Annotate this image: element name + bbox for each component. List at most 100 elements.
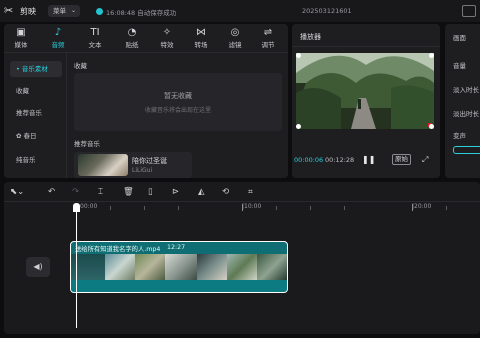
- clip-audio-waveform: [71, 280, 287, 292]
- top-bar: ✂ 剪映 菜单 ⌄ 16:08:48 自动保存成功 202503121601: [0, 0, 480, 22]
- ruler-tick: [310, 206, 311, 210]
- video-clip[interactable]: 送给所有知道我名字的人.mp4 12:27: [70, 241, 288, 293]
- crop-icon[interactable]: ⌗: [248, 187, 253, 197]
- crop-handle[interactable]: [429, 53, 434, 58]
- tab-audio[interactable]: ♪ 音频: [41, 26, 75, 50]
- ruler-tick: [344, 206, 345, 210]
- favorites-title: 收藏: [74, 62, 87, 70]
- transition-icon: ⋈: [196, 27, 206, 38]
- song-card[interactable]: 陪你过圣诞 LiLiGui: [74, 152, 192, 178]
- tab-transition[interactable]: ⋈ 转场: [184, 26, 218, 50]
- tab-effects-label: 特效: [160, 41, 174, 49]
- clip-frame: [105, 254, 135, 280]
- window-layout-icon[interactable]: [462, 5, 476, 17]
- ruler-tick: [446, 206, 447, 210]
- menu-button[interactable]: 菜单 ⌄: [48, 5, 80, 17]
- sidebar-item-favorites[interactable]: 收藏: [10, 83, 62, 99]
- track-audio-toggle[interactable]: ◀): [26, 257, 50, 277]
- crop-handle[interactable]: [296, 124, 301, 129]
- crop-handle[interactable]: [429, 124, 434, 129]
- rotate-icon[interactable]: ⟲: [222, 187, 229, 197]
- chevron-down-icon: ⌄: [70, 7, 76, 14]
- media-icon: ▣: [16, 27, 26, 38]
- tab-transition-label: 转场: [194, 41, 208, 49]
- divider: [292, 46, 440, 47]
- current-time: 00:00:06: [294, 156, 324, 164]
- recommended-title: 推荐音乐: [74, 140, 100, 148]
- tab-media[interactable]: ▣ 媒体: [4, 26, 38, 50]
- tab-effects[interactable]: ✧ 特效: [150, 26, 184, 50]
- fade-out-label: 淡出时长: [453, 110, 479, 118]
- adjust-icon: ⇌: [263, 27, 273, 38]
- undo-icon[interactable]: ↶: [48, 187, 55, 197]
- playhead-handle[interactable]: [73, 203, 80, 212]
- clip-frame: [227, 254, 257, 280]
- properties-panel: 画面 音量 淡入时长 淡出时长 变声: [445, 24, 480, 178]
- divider: [4, 52, 288, 53]
- clip-frame: [135, 254, 165, 280]
- redo-icon[interactable]: ↷: [72, 187, 79, 197]
- voice-change-control[interactable]: [453, 146, 480, 154]
- text-icon: TI: [90, 27, 100, 38]
- voice-change-label: 变声: [453, 132, 466, 140]
- sidebar-item-recommended[interactable]: 推荐音乐: [10, 105, 62, 121]
- ruler-label: |10:00: [242, 203, 262, 210]
- tab-text-label: 文本: [88, 41, 102, 49]
- menu-button-label: 菜单: [53, 7, 66, 15]
- ruler-label: |20:00: [412, 203, 432, 210]
- clip-duration: 12:27: [167, 244, 186, 251]
- timeline-panel: ⬉⌄ ↶ ↷ ⌶ 🗑 ▯ ⊳ ◭ ⟲ ⌗ 00:00 |10:00 |20:00…: [4, 182, 480, 334]
- media-panel: ▣ 媒体 ♪ 音频 TI 文本 ◔ 贴纸 ✧ 特效 ⋈ 转场 ◎ 滤镜 ⇌ 调节 • 音乐素材 …: [4, 24, 288, 178]
- playhead[interactable]: [76, 204, 77, 328]
- clip-frame: [165, 254, 197, 280]
- app-title: 剪映: [20, 7, 36, 16]
- delete-icon[interactable]: 🗑: [123, 187, 134, 197]
- fullscreen-icon[interactable]: ⤢: [422, 155, 428, 165]
- sidebar-item-spring[interactable]: ✿ 春日: [10, 128, 62, 144]
- video-frame: [296, 53, 434, 129]
- pause-icon[interactable]: ❚❚: [362, 155, 375, 164]
- app-logo-icon: ✂: [4, 4, 14, 17]
- sidebar-item-music-library[interactable]: • 音乐素材: [10, 61, 62, 77]
- tab-adjust[interactable]: ⇌ 调节: [251, 26, 285, 50]
- ruler-tick: [178, 206, 179, 210]
- tab-sticker[interactable]: ◔ 贴纸: [115, 26, 149, 50]
- crop-handle[interactable]: [296, 53, 301, 58]
- divider: [66, 53, 67, 178]
- clip-frame: [257, 254, 287, 280]
- tab-sticker-label: 贴纸: [125, 41, 139, 49]
- split-icon[interactable]: ⌶: [98, 187, 103, 197]
- video-preview[interactable]: [296, 53, 434, 129]
- tab-filter[interactable]: ◎ 滤镜: [218, 26, 252, 50]
- save-status-icon: [96, 8, 103, 15]
- ruler-label: 00:00: [80, 203, 98, 210]
- tab-text[interactable]: TI 文本: [78, 26, 112, 50]
- ruler-tick: [276, 206, 277, 210]
- save-status-text: 16:08:48 自动保存成功: [106, 9, 177, 17]
- tab-filter-label: 滤镜: [228, 41, 242, 49]
- original-ratio-button[interactable]: 原始: [392, 154, 411, 165]
- mirror-icon[interactable]: ◭: [198, 187, 205, 197]
- favorites-empty-text: 暂无收藏: [164, 92, 192, 100]
- sidebar-item-pure-music[interactable]: 纯音乐: [10, 152, 62, 168]
- speaker-icon: ◀): [33, 262, 43, 271]
- song-artist: LiLiGui: [132, 167, 153, 174]
- player-panel: 播放器 00:00:06 00:12:28 ❚❚ 原始 ⤢: [292, 24, 440, 178]
- timeline-ruler[interactable]: 00:00 |10:00 |20:00: [74, 202, 480, 214]
- reverse-icon[interactable]: ⊳: [172, 187, 179, 197]
- freeze-icon[interactable]: ▯: [148, 187, 153, 197]
- tab-media-label: 媒体: [14, 41, 28, 49]
- filter-icon: ◎: [230, 27, 240, 38]
- clip-filename: 送给所有知道我名字的人.mp4: [75, 246, 161, 253]
- audio-icon: ♪: [54, 27, 62, 38]
- select-tool-icon[interactable]: ⬉⌄: [10, 187, 24, 197]
- tab-audio-label: 音频: [51, 41, 65, 49]
- song-name: 陪你过圣诞: [132, 157, 167, 165]
- volume-label: 音量: [453, 62, 466, 70]
- tab-adjust-label: 调节: [261, 41, 275, 49]
- sticker-icon: ◔: [127, 27, 137, 38]
- effects-icon: ✧: [162, 27, 172, 38]
- favorites-empty-box: 暂无收藏 收藏音乐将会出现在这里: [74, 73, 282, 131]
- clip-frame: [197, 254, 227, 280]
- ruler-tick: [144, 206, 145, 210]
